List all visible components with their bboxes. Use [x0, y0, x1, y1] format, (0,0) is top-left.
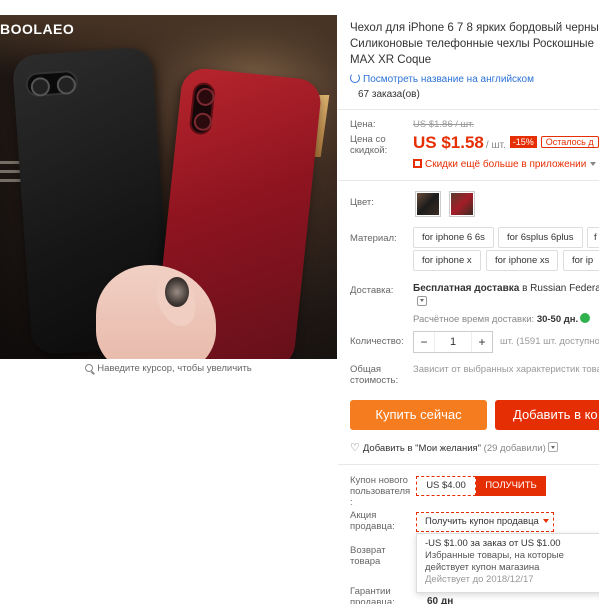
- discount-price-label: Цена со скидкой:: [350, 134, 388, 156]
- quantity-decrease-button[interactable]: −: [414, 335, 434, 349]
- material-option[interactable]: for iphone x: [413, 250, 481, 271]
- material-option[interactable]: for ip: [563, 250, 599, 271]
- price-value: US $1.58: [413, 133, 484, 152]
- current-price: US $1.58/ шт. -15% Осталось д: [413, 133, 599, 153]
- orders-count: 67 заказа(ов): [358, 89, 420, 100]
- glitter-nail: [165, 277, 189, 307]
- coupon-scope-line: Избранные товары, на которые: [425, 550, 564, 561]
- divider: [338, 464, 599, 465]
- seller-coupon-text[interactable]: Получить купон продавца: [425, 516, 539, 527]
- translate-link-text[interactable]: Посмотреть название на английском: [363, 74, 534, 85]
- zoom-hint-text: Наведите курсор, чтобы увеличить: [97, 363, 252, 374]
- product-title-line: Чехол для iPhone 6 7 8 ярких бордовый че…: [350, 22, 599, 34]
- camera-cutout: [188, 81, 216, 136]
- wishlist-link[interactable]: ♡ Добавить в "Мои желания" (29 добавили): [350, 441, 558, 454]
- get-coupon-button[interactable]: ПОЛУЧИТЬ: [476, 476, 546, 496]
- app-deal-link[interactable]: Скидки ещё больше в приложении: [413, 158, 597, 170]
- coupon-expiry: Действует до 2018/12/17: [425, 574, 534, 585]
- color-label: Цвет:: [350, 197, 374, 208]
- shipping-dropdown-toggle[interactable]: [417, 296, 427, 306]
- product-title-line: MAX XR Coque: [350, 54, 432, 66]
- delivery-time: Расчётное время доставки: 30-50 дн.: [413, 313, 591, 325]
- shipping-region: в Russian Federatio: [522, 283, 599, 294]
- new-user-coupon-amount: US $4.00: [416, 476, 476, 496]
- quantity-label: Количество:: [350, 336, 404, 347]
- quantity-input[interactable]: 1: [434, 332, 472, 352]
- total-note: Зависит от выбранных характеристик това: [413, 364, 599, 375]
- magnifier-icon: [85, 364, 94, 372]
- seller-coupon-popup: -US $1.00 за заказ от US $1.00 Избранные…: [416, 533, 599, 593]
- app-deal-text[interactable]: Скидки ещё больше в приложении: [425, 159, 586, 170]
- translate-icon: [350, 73, 360, 83]
- buy-now-button[interactable]: Купить сейчас: [350, 400, 487, 430]
- material-option[interactable]: for iphone xs: [486, 250, 559, 271]
- price-unit: / шт.: [485, 140, 506, 151]
- chevron-down-icon[interactable]: [590, 162, 597, 166]
- discount-badge: -15%: [509, 136, 537, 148]
- new-user-coupon-label: Купон нового пользователя :: [350, 475, 411, 508]
- chevron-down-icon[interactable]: [547, 442, 558, 452]
- divider: [338, 180, 599, 181]
- seller-coupon-dropdown[interactable]: Получить купон продавца: [416, 512, 554, 532]
- camera-cutout: [24, 69, 79, 98]
- seller-promo-label: Акция продавца:: [350, 510, 395, 532]
- return-label: Возврат товара: [350, 545, 386, 567]
- material-option[interactable]: for 6splus 6plus: [498, 227, 583, 248]
- brand-watermark: BOOLAEO: [0, 21, 75, 37]
- product-title-line: Силиконовые телефонные чехлы Роскошные: [350, 38, 594, 50]
- add-to-cart-button[interactable]: Добавить в ко: [495, 400, 599, 430]
- qr-code-icon: [413, 159, 422, 168]
- shipping-method: Бесплатная доставка в Russian Federatio: [413, 283, 599, 294]
- material-option[interactable]: f: [587, 227, 599, 248]
- guarantee-value: 60 дн: [427, 596, 454, 604]
- delivery-time-value: 30-50 дн.: [536, 314, 579, 325]
- product-image[interactable]: BOOLAEO: [0, 15, 337, 359]
- stock-note: шт. (1591 шт. доступно): [500, 336, 599, 347]
- chevron-down-icon[interactable]: [542, 519, 549, 523]
- guarantee-label: Гарантии продавца:: [350, 586, 395, 604]
- old-price: US $1.86 / шт.: [413, 119, 475, 130]
- product-header: Чехол для iPhone 6 7 8 ярких бордовый че…: [350, 20, 599, 100]
- zoom-hint: Наведите курсор, чтобы увеличить: [0, 363, 337, 374]
- product-title: Чехол для iPhone 6 7 8 ярких бордовый че…: [350, 20, 599, 68]
- material-option[interactable]: for iphone 6 6s: [413, 227, 494, 248]
- material-label: Материал:: [350, 233, 397, 244]
- heart-icon: ♡: [350, 442, 360, 454]
- coupon-scope-line: действует купон магазина: [425, 562, 540, 573]
- price-label: Цена:: [350, 119, 376, 130]
- shipping-label: Доставка:: [350, 285, 394, 296]
- coupon-terms: -US $1.00 за заказ от US $1.00: [425, 538, 561, 549]
- color-swatch-black[interactable]: [415, 191, 441, 217]
- wishlist-count: (29 добавили): [483, 443, 546, 454]
- wishlist-text[interactable]: Добавить в "Мои желания": [363, 443, 481, 454]
- translate-link[interactable]: Посмотреть название на английском: [350, 72, 599, 85]
- quantity-increase-button[interactable]: +: [472, 335, 492, 349]
- divider: [338, 109, 599, 110]
- info-icon[interactable]: [580, 313, 591, 323]
- quantity-stepper: − 1 +: [413, 331, 493, 353]
- shipping-free: Бесплатная доставка: [413, 283, 520, 294]
- delivery-time-label: Расчётное время доставки:: [413, 314, 535, 325]
- time-left-badge: Осталось д: [540, 136, 599, 148]
- color-swatch-burgundy[interactable]: [449, 191, 475, 217]
- total-label: Общая стоимость:: [350, 364, 399, 386]
